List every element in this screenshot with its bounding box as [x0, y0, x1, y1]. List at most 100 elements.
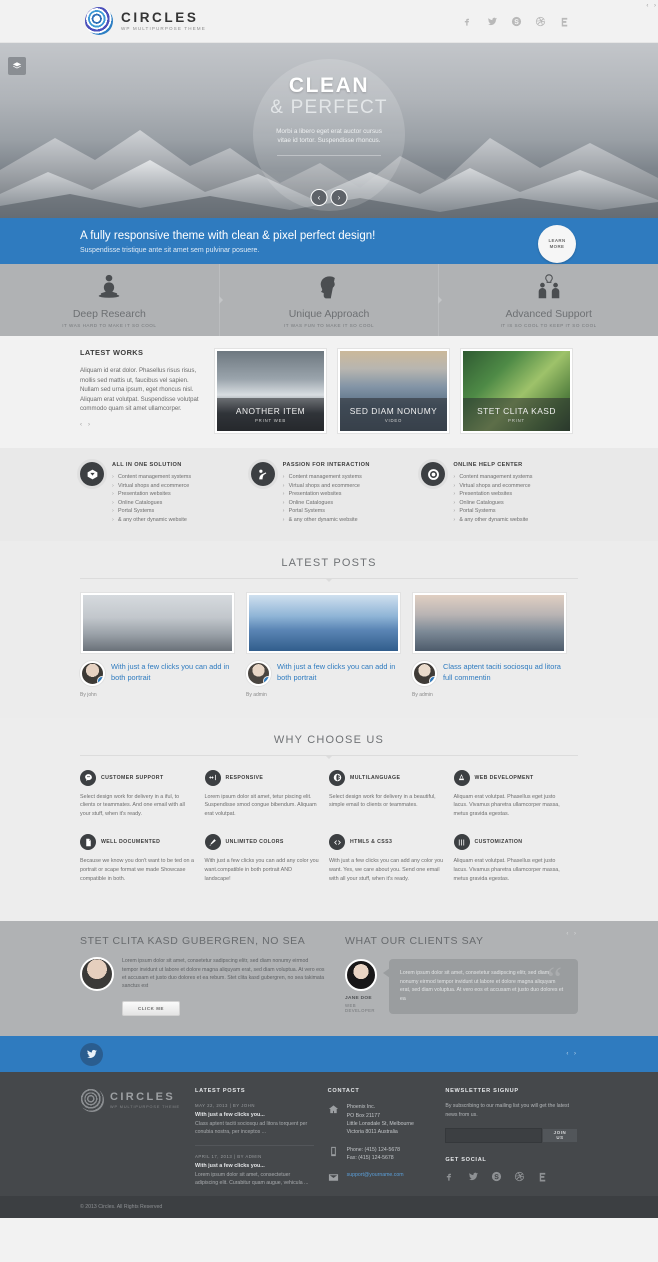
feature-deep-research[interactable]: Deep Research IT WAS HARD TO MAKE IT SO … — [0, 264, 223, 336]
list-item[interactable]: Content management systems — [112, 473, 191, 482]
footer-post[interactable]: APRIL 17, 2013 | BY ADMIN With just a fe… — [195, 1144, 314, 1187]
work-item[interactable]: ANOTHER ITEM PRINT WEB — [214, 348, 327, 434]
post-title[interactable]: Class aptent taciti sociosqu ad litora f… — [443, 661, 567, 686]
testimonial-author: JANE DOE — [345, 996, 372, 1002]
footer-post-title[interactable]: With just a few clicks you... — [195, 1112, 314, 1118]
newsletter-email-input[interactable] — [445, 1127, 542, 1143]
home-icon — [329, 1105, 339, 1113]
skype-icon[interactable] — [511, 16, 522, 27]
rss-icon[interactable] — [559, 16, 570, 27]
work-category: PRINT WEB — [255, 418, 286, 423]
feature-advanced-support[interactable]: Advanced Support IT IS SO COOL TO KEEP I… — [438, 264, 658, 336]
list-item[interactable]: Portal Systems — [453, 507, 532, 516]
about-text: Lorem ipsum dolor sit amet, consetetur s… — [122, 958, 325, 990]
footer-post-title[interactable]: With just a few clicks you... — [195, 1163, 314, 1169]
footer-logo-subtitle: WP MULTIPURPOSE THEME — [110, 1104, 180, 1109]
click-me-button[interactable]: CLICK ME — [122, 1001, 180, 1017]
learn-more-line2: MORE — [549, 244, 565, 249]
list-item[interactable]: Online Catalogues — [112, 499, 191, 508]
list-item[interactable]: Presentation websites — [112, 490, 191, 499]
latest-works-heading: LATEST WORKS — [80, 348, 144, 357]
list-item[interactable]: Content management systems — [453, 473, 532, 482]
list-item[interactable]: & any other dynamic website — [112, 516, 191, 525]
rss-icon[interactable] — [537, 1171, 548, 1182]
works-next-button[interactable]: › — [88, 422, 90, 428]
list-item[interactable]: Online Catalogues — [453, 499, 532, 508]
service-heading: ONLINE HELP CENTER — [453, 462, 523, 468]
list-item[interactable]: & any other dynamic website — [453, 516, 532, 525]
list-item[interactable]: Presentation websites — [283, 490, 370, 499]
list-item[interactable]: Virtual shops and ecommerce — [112, 482, 191, 491]
comment-count-badge: 0 — [429, 675, 435, 684]
posts-row: 0 With just a few clicks you can add in … — [80, 591, 578, 698]
facebook-icon[interactable] — [445, 1171, 456, 1182]
list-item[interactable]: Portal Systems — [283, 507, 370, 516]
latest-posts-nav[interactable]: ‹ › — [646, 3, 658, 9]
section-divider — [80, 577, 578, 582]
footer-logo[interactable]: CIRCLES WP MULTIPURPOSE THEME — [80, 1088, 181, 1113]
newsletter-join-button[interactable]: JOIN US — [541, 1127, 579, 1143]
footer-post-excerpt: Lorem ipsum dolor sit amet, consectetuer… — [195, 1171, 309, 1186]
post-title[interactable]: With just a few clicks you can add in bo… — [277, 661, 401, 686]
dribbble-icon[interactable] — [514, 1171, 525, 1182]
feature-sub: IT WAS FUN TO MAKE IT SO COOL — [283, 323, 375, 328]
why-text: Because we know you don't want to be ted… — [80, 858, 195, 882]
post-card[interactable]: 0 Class aptent taciti sociosqu ad litora… — [412, 591, 567, 698]
latest-works-section: LATEST WORKS Aliquam id erat dolor. Phas… — [0, 336, 658, 448]
work-category: VIDEO — [384, 418, 403, 423]
contact-phone-row: Phone: (415) 124-5678 Fax: (415) 124-567… — [328, 1146, 432, 1163]
work-item[interactable]: SED DIAM NONUMY VIDEO — [337, 348, 450, 434]
twitter-bar-icon-wrap[interactable] — [80, 1042, 103, 1066]
list-item[interactable]: & any other dynamic website — [283, 516, 370, 525]
why-text: Select design work for delivery in a bea… — [329, 793, 436, 809]
hero-title-line2: & PERFECT — [270, 97, 388, 118]
why-item-well-documented: WELL DOCUMENTED Because we know you don'… — [80, 834, 205, 883]
work-item[interactable]: STET CLITA KASD PRINT — [460, 348, 573, 434]
work-title: ANOTHER ITEM — [235, 406, 306, 416]
twitter-nav[interactable]: ‹ › — [566, 1051, 578, 1057]
list-item[interactable]: Virtual shops and ecommerce — [283, 482, 370, 491]
list-item[interactable]: Virtual shops and ecommerce — [453, 482, 532, 491]
footer-post-date: MAY 22, 2013 | BY JOHN — [195, 1103, 255, 1109]
list-item[interactable]: Content management systems — [283, 473, 370, 482]
hero-prev-button[interactable]: ‹ — [310, 189, 328, 206]
cta-title: A fully responsive theme with clean & pi… — [80, 229, 376, 242]
list-item[interactable]: Online Catalogues — [283, 499, 370, 508]
hero-slider: CLEAN & PERFECT Morbi a libero eget erat… — [0, 43, 658, 218]
post-title[interactable]: With just a few clicks you can add in bo… — [111, 661, 235, 686]
why-title: UNLIMITED COLORS — [225, 839, 284, 846]
feature-unique-approach[interactable]: Unique Approach IT WAS FUN TO MAKE IT SO… — [218, 264, 443, 336]
twitter-icon[interactable] — [468, 1171, 479, 1182]
footer-post-excerpt: Class aptent taciti sociosqu ad litora t… — [195, 1121, 308, 1136]
post-card[interactable]: 2 With just a few clicks you can add in … — [246, 591, 401, 698]
code-icon — [333, 840, 341, 845]
features-strip: Deep Research IT WAS HARD TO MAKE IT SO … — [0, 264, 658, 336]
twitter-icon[interactable] — [487, 16, 498, 27]
list-item[interactable]: Portal Systems — [112, 507, 191, 516]
footer-social-links — [445, 1171, 578, 1182]
footer-post[interactable]: MAY 22, 2013 | BY JOHN With just a few c… — [195, 1103, 314, 1136]
skype-icon[interactable] — [491, 1171, 502, 1182]
feature-arrow-icon — [218, 296, 223, 304]
testimonial-nav[interactable]: ‹ › — [566, 931, 578, 937]
service-heading: ALL IN ONE SOLUTION — [112, 462, 182, 468]
learn-more-button[interactable]: LEARN MORE — [538, 225, 576, 263]
hero-layers-badge[interactable] — [8, 57, 26, 75]
footer-contact: CONTACT Phoenix Inc. PO Box 21177 Little… — [328, 1088, 432, 1196]
site-logo[interactable]: CIRCLES WP MULTIPURPOSE THEME — [85, 7, 206, 35]
post-thumbnail — [412, 591, 567, 654]
meditation-icon — [99, 274, 120, 298]
why-item-html5-css3: HTML5 & CSS3 With just a few clicks you … — [329, 834, 454, 883]
header-social-links — [463, 16, 570, 27]
testimonial-text: Lorem ipsum dolor sit amet, consetetur s… — [400, 970, 564, 1002]
contact-email-link[interactable]: support@yourname.com — [347, 1172, 404, 1178]
works-prev-button[interactable]: ‹ — [80, 422, 82, 428]
list-item[interactable]: Presentation websites — [453, 490, 532, 499]
dribbble-icon[interactable] — [535, 16, 546, 27]
hero-divider — [277, 155, 381, 156]
facebook-icon[interactable] — [463, 16, 474, 27]
get-social-block: GET SOCIAL — [445, 1157, 578, 1182]
post-card[interactable]: 0 With just a few clicks you can add in … — [80, 591, 235, 698]
hero-next-button[interactable]: › — [330, 189, 348, 206]
brush-icon — [209, 838, 216, 846]
